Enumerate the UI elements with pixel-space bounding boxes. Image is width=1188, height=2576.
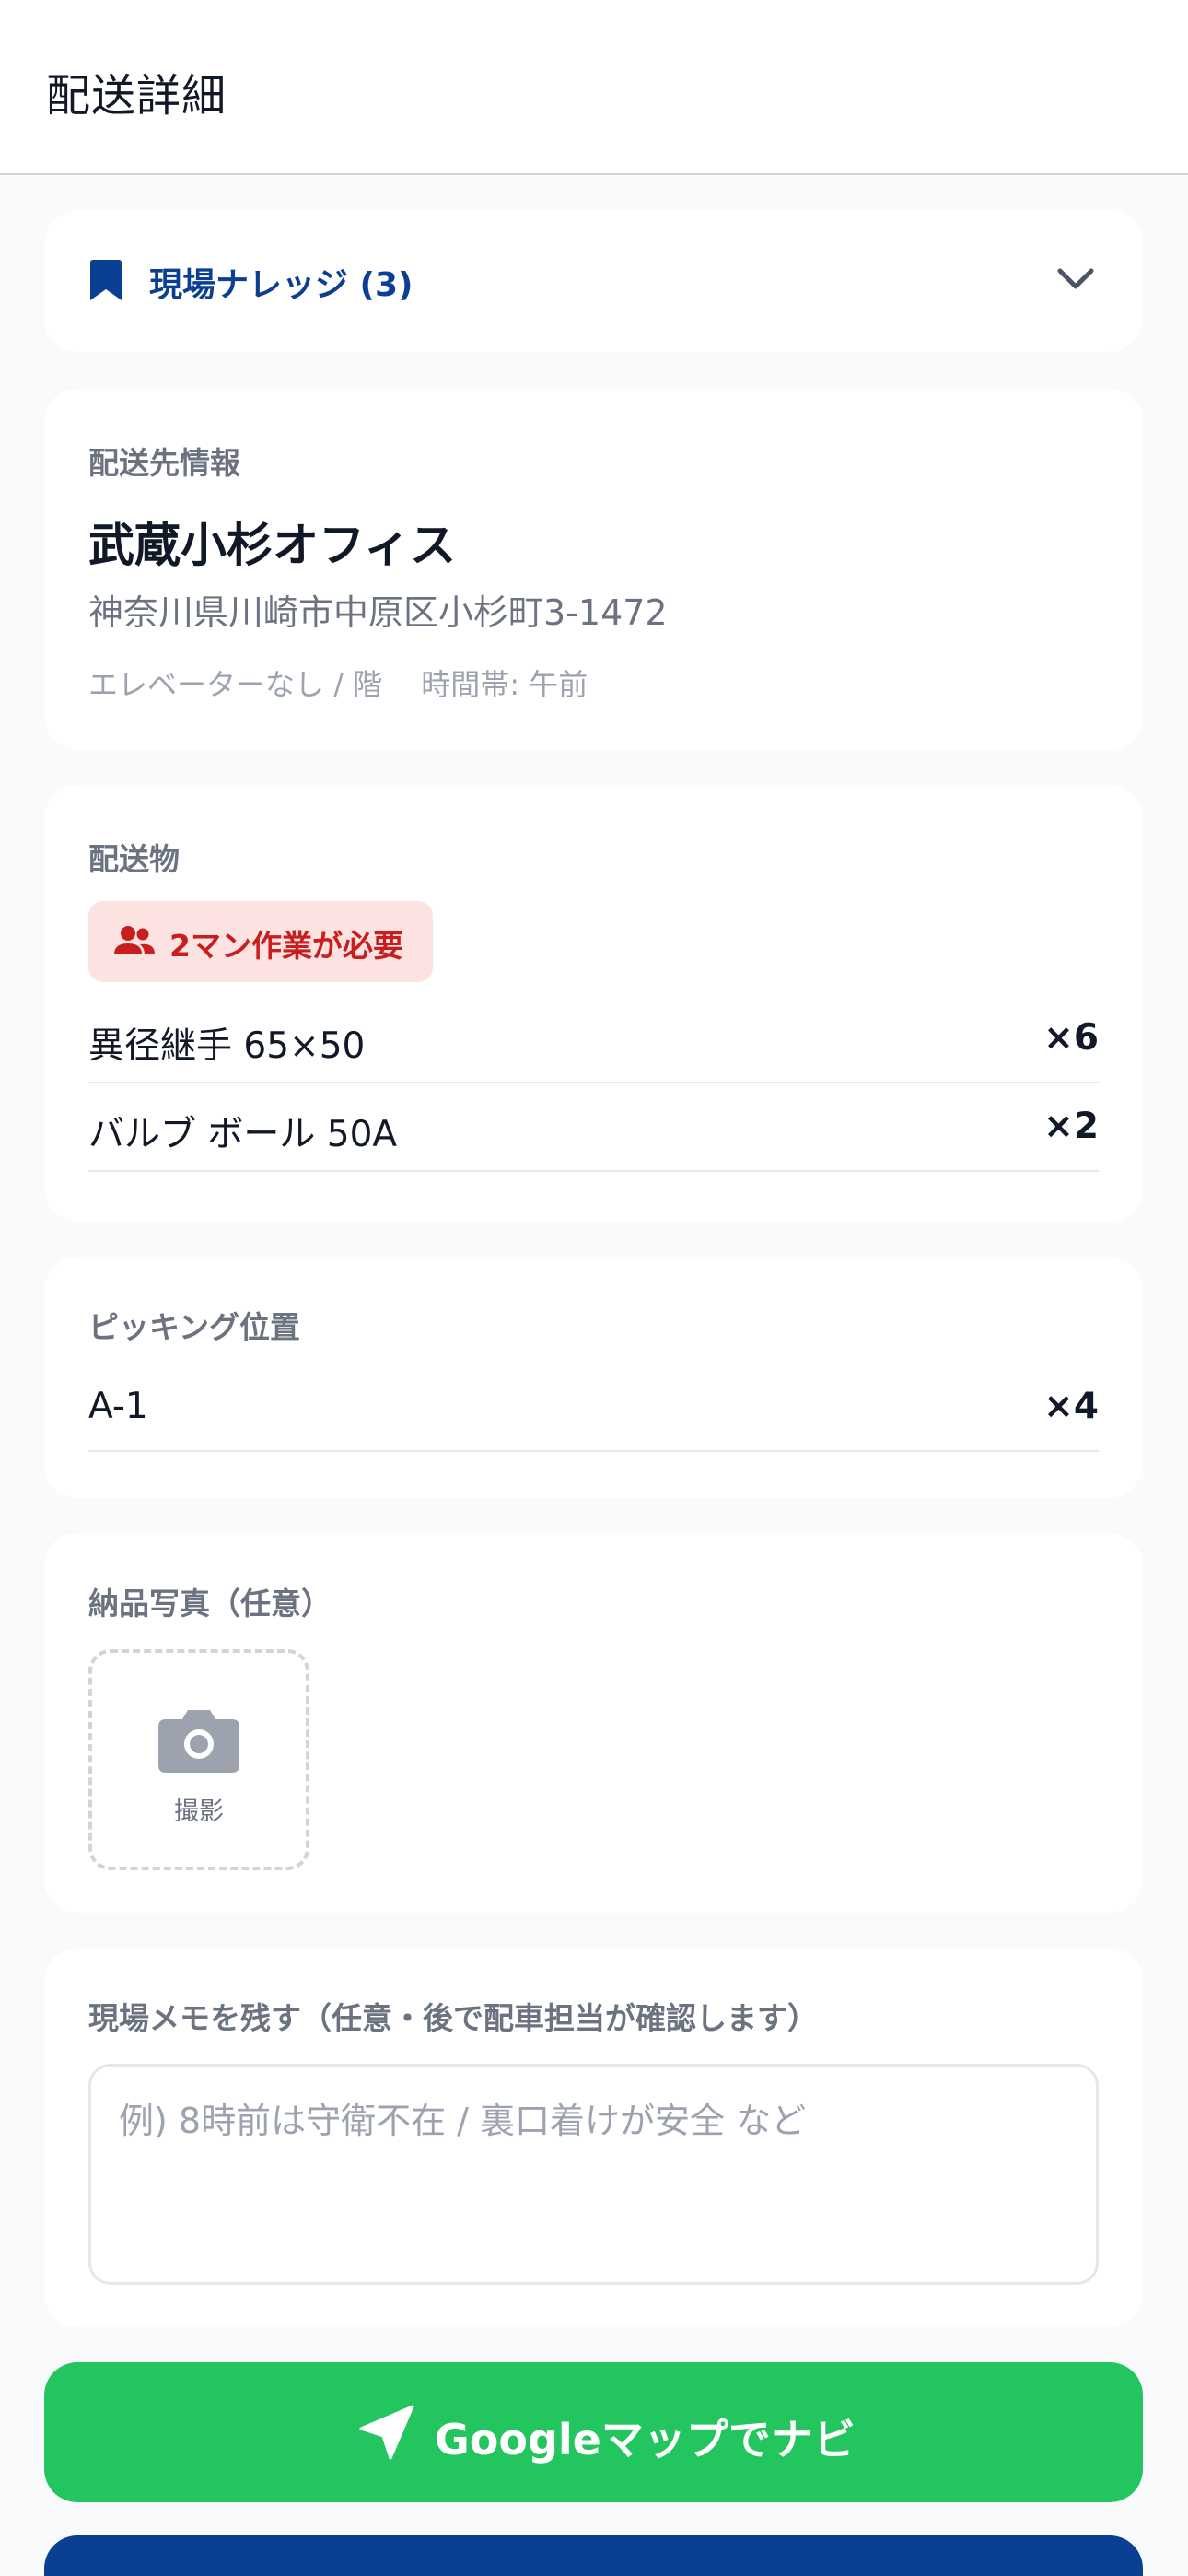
picking-row: A-1 ×4 (88, 1364, 1099, 1452)
picking-location: A-1 (88, 1386, 148, 1427)
item-row: バルブ ボール 50A ×2 (88, 1083, 1099, 1172)
memo-input[interactable] (88, 2064, 1099, 2285)
picking-section-label: ピッキング位置 (88, 1309, 301, 1345)
google-maps-navigate-button[interactable]: Googleマップでナビ (44, 2362, 1143, 2502)
item-row: 異径継手 65×50 ×6 (88, 995, 1099, 1083)
destination-name: 武蔵小杉オフィス (88, 519, 456, 572)
camera-icon (158, 1710, 239, 1773)
item-name: バルブ ボール 50A (88, 1114, 398, 1155)
photo-card: 納品写真（任意） 撮影 (44, 1533, 1143, 1913)
bookmark-icon (90, 260, 122, 300)
photo-capture-button[interactable]: 撮影 (88, 1649, 309, 1870)
item-quantity: ×2 (1043, 1106, 1099, 1147)
items-card: 配送物 2マン作業が必要 異径継手 65×50 ×6 バルブ ボール 50A ×… (44, 785, 1143, 1222)
photo-section-label: 納品写真（任意） (88, 1586, 332, 1622)
navigate-button-label: Googleマップでナビ (435, 2415, 856, 2465)
picking-card: ピッキング位置 A-1 ×4 (44, 1257, 1143, 1498)
knowledge-label: 現場ナレッジ (3) (149, 266, 413, 304)
picking-quantity: ×4 (1043, 1386, 1099, 1427)
knowledge-accordion[interactable]: 現場ナレッジ (3) (44, 210, 1143, 352)
two-person-badge-label: 2マン作業が必要 (169, 928, 403, 964)
destination-card: 配送先情報 武蔵小杉オフィス 神奈川県川崎市中原区小杉町3-1472 エレベータ… (44, 389, 1143, 750)
destination-address: 神奈川県川崎市中原区小杉町3-1472 (88, 592, 668, 633)
memo-section-label: 現場メモを残す（任意・後で配車担当が確認します） (88, 2000, 818, 2036)
item-name: 異径継手 65×50 (88, 1025, 366, 1067)
users-icon (114, 926, 155, 954)
two-person-badge: 2マン作業が必要 (88, 901, 433, 982)
destination-section-label: 配送先情報 (88, 445, 240, 481)
photo-capture-label: 撮影 (174, 1797, 224, 1826)
item-quantity: ×6 (1043, 1017, 1099, 1059)
primary-action-button[interactable] (44, 2535, 1143, 2576)
chevron-down-icon[interactable] (1056, 265, 1095, 293)
memo-card: 現場メモを残す（任意・後で配車担当が確認します） (44, 1948, 1143, 2327)
navigation-arrow-icon (359, 2405, 414, 2460)
items-section-label: 配送物 (88, 841, 180, 877)
destination-meta: エレベーターなし / 階 時間帯: 午前 (88, 667, 588, 702)
page-title: 配送詳細 (46, 70, 227, 122)
app-header: 配送詳細 (0, 0, 1188, 175)
